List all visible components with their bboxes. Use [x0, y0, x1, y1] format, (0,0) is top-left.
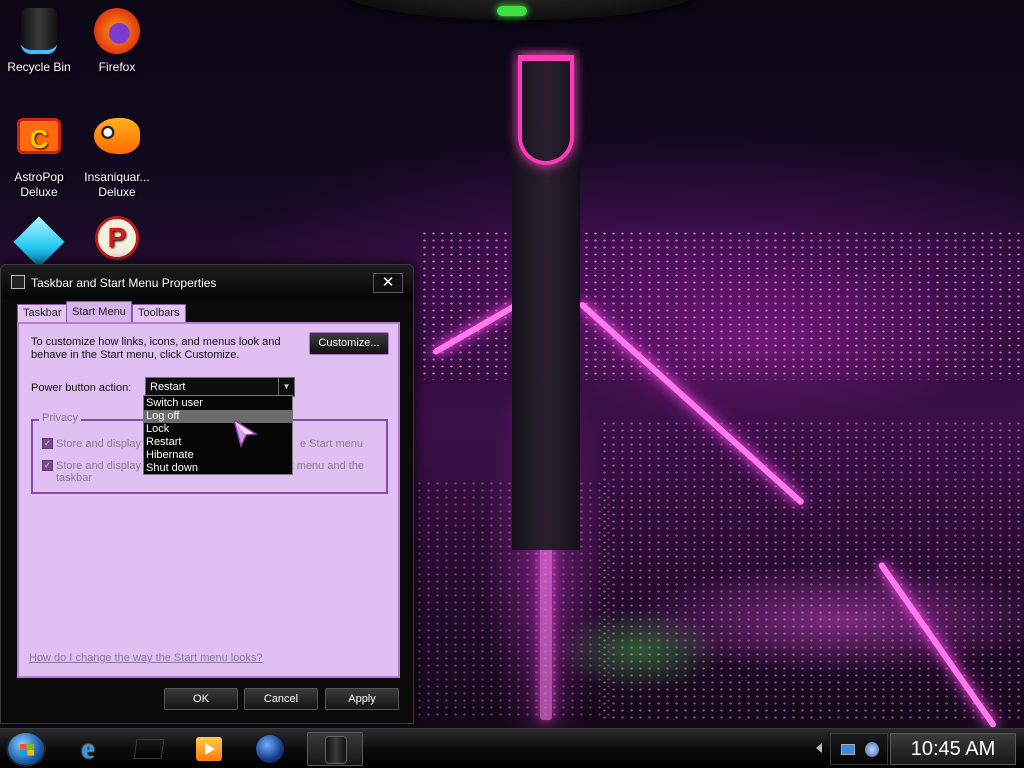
recycle-bin-icon: [21, 8, 57, 54]
dialog-titlebar[interactable]: Taskbar and Start Menu Properties ✕: [1, 265, 413, 299]
dropdown-option-lock[interactable]: Lock: [144, 423, 292, 436]
desktop-icon-label: Firefox: [98, 60, 136, 74]
tab-start-menu[interactable]: Start Menu: [66, 301, 132, 323]
apply-button[interactable]: Apply: [325, 688, 399, 710]
tab-taskbar[interactable]: Taskbar: [17, 304, 68, 323]
store-items-label: Store and display: [56, 460, 141, 472]
store-items-label-tail: rt menu and the: [287, 460, 365, 472]
insaniquarium-icon: [94, 118, 140, 154]
windows-logo-icon: [20, 744, 34, 756]
network-monitor-icon[interactable]: [841, 744, 855, 755]
taskbar-properties-dialog: Taskbar and Start Menu Properties ✕ Task…: [0, 264, 414, 724]
media-player-icon: [196, 737, 222, 761]
dropdown-option-shut-down[interactable]: Shut down: [144, 462, 292, 475]
desktop-icon-label: AstroPop Deluxe: [14, 170, 64, 199]
taskbar-globe[interactable]: [245, 732, 295, 766]
desktop-icon-peggle[interactable]: P: [78, 216, 156, 268]
desktop-icon-astropop[interactable]: C AstroPop Deluxe: [0, 112, 78, 200]
store-items-label-wrap: taskbar: [56, 472, 93, 484]
dropdown-option-restart[interactable]: Restart: [144, 436, 292, 449]
show-hidden-icons-arrow-icon[interactable]: [816, 743, 822, 753]
mouse-cursor-icon: [232, 418, 258, 448]
desktop-icon-firefox[interactable]: Firefox: [78, 8, 156, 75]
taskbar-dark-box[interactable]: [123, 732, 173, 766]
internet-explorer-icon: e: [81, 732, 95, 765]
ok-button[interactable]: OK: [164, 688, 238, 710]
desktop-icon-insaniquarium[interactable]: Insaniquar... Deluxe: [78, 112, 156, 200]
power-button-select[interactable]: Restart ▼: [145, 377, 295, 397]
desktop-icon-recycle-bin[interactable]: Recycle Bin: [0, 8, 78, 75]
globe-icon: [256, 735, 284, 763]
store-items-checkbox[interactable]: ✓: [42, 460, 53, 471]
power-select-value: Restart: [150, 381, 186, 393]
dark-box-icon: [133, 739, 165, 759]
start-button[interactable]: [6, 731, 46, 767]
desktop-icon-label: Insaniquar... Deluxe: [84, 170, 150, 199]
volume-icon[interactable]: [865, 742, 879, 757]
taskbar-media-player[interactable]: [184, 732, 234, 766]
top-orb-light: [497, 6, 527, 16]
intro-text: To customize how links, icons, and menus…: [31, 336, 281, 361]
tab-toolbars[interactable]: Toolbars: [132, 304, 186, 323]
astropop-icon: C: [17, 118, 61, 154]
chevron-down-icon[interactable]: ▼: [278, 378, 294, 396]
store-programs-label-tail: e Start menu: [300, 438, 363, 450]
privacy-legend: Privacy: [39, 412, 82, 424]
taskbar-internet-explorer[interactable]: e: [62, 732, 112, 766]
firefox-icon: [94, 8, 140, 54]
close-button[interactable]: ✕: [373, 273, 403, 293]
customize-button[interactable]: Customize...: [309, 332, 389, 355]
window-app-icon: [325, 736, 347, 764]
help-link[interactable]: How do I change the way the Start menu l…: [29, 652, 263, 664]
tower-arch: [518, 55, 574, 165]
store-programs-checkbox[interactable]: ✓: [42, 438, 53, 449]
store-programs-label: Store and display: [56, 438, 141, 450]
dropdown-option-hibernate[interactable]: Hibernate: [144, 449, 292, 462]
bejeweled-gem-icon: [13, 216, 65, 268]
taskbar: e 10:45 AM: [0, 728, 1024, 768]
peggle-icon: P: [95, 216, 139, 260]
cancel-button[interactable]: Cancel: [244, 688, 318, 710]
taskbar-active-window[interactable]: [307, 732, 363, 766]
window-icon: [11, 275, 25, 289]
system-tray: [830, 733, 888, 765]
dropdown-option-log-off[interactable]: Log off: [144, 410, 292, 423]
taskbar-clock[interactable]: 10:45 AM: [890, 733, 1016, 765]
desktop-icon-label: Recycle Bin: [7, 60, 71, 74]
dropdown-option-switch-user[interactable]: Switch user: [144, 397, 292, 410]
power-button-label: Power button action:: [31, 382, 132, 394]
power-action-dropdown[interactable]: Switch user Log off Lock Restart Hiberna…: [143, 395, 293, 475]
dialog-title: Taskbar and Start Menu Properties: [31, 276, 217, 290]
start-menu-tab-panel: To customize how links, icons, and menus…: [17, 322, 400, 678]
